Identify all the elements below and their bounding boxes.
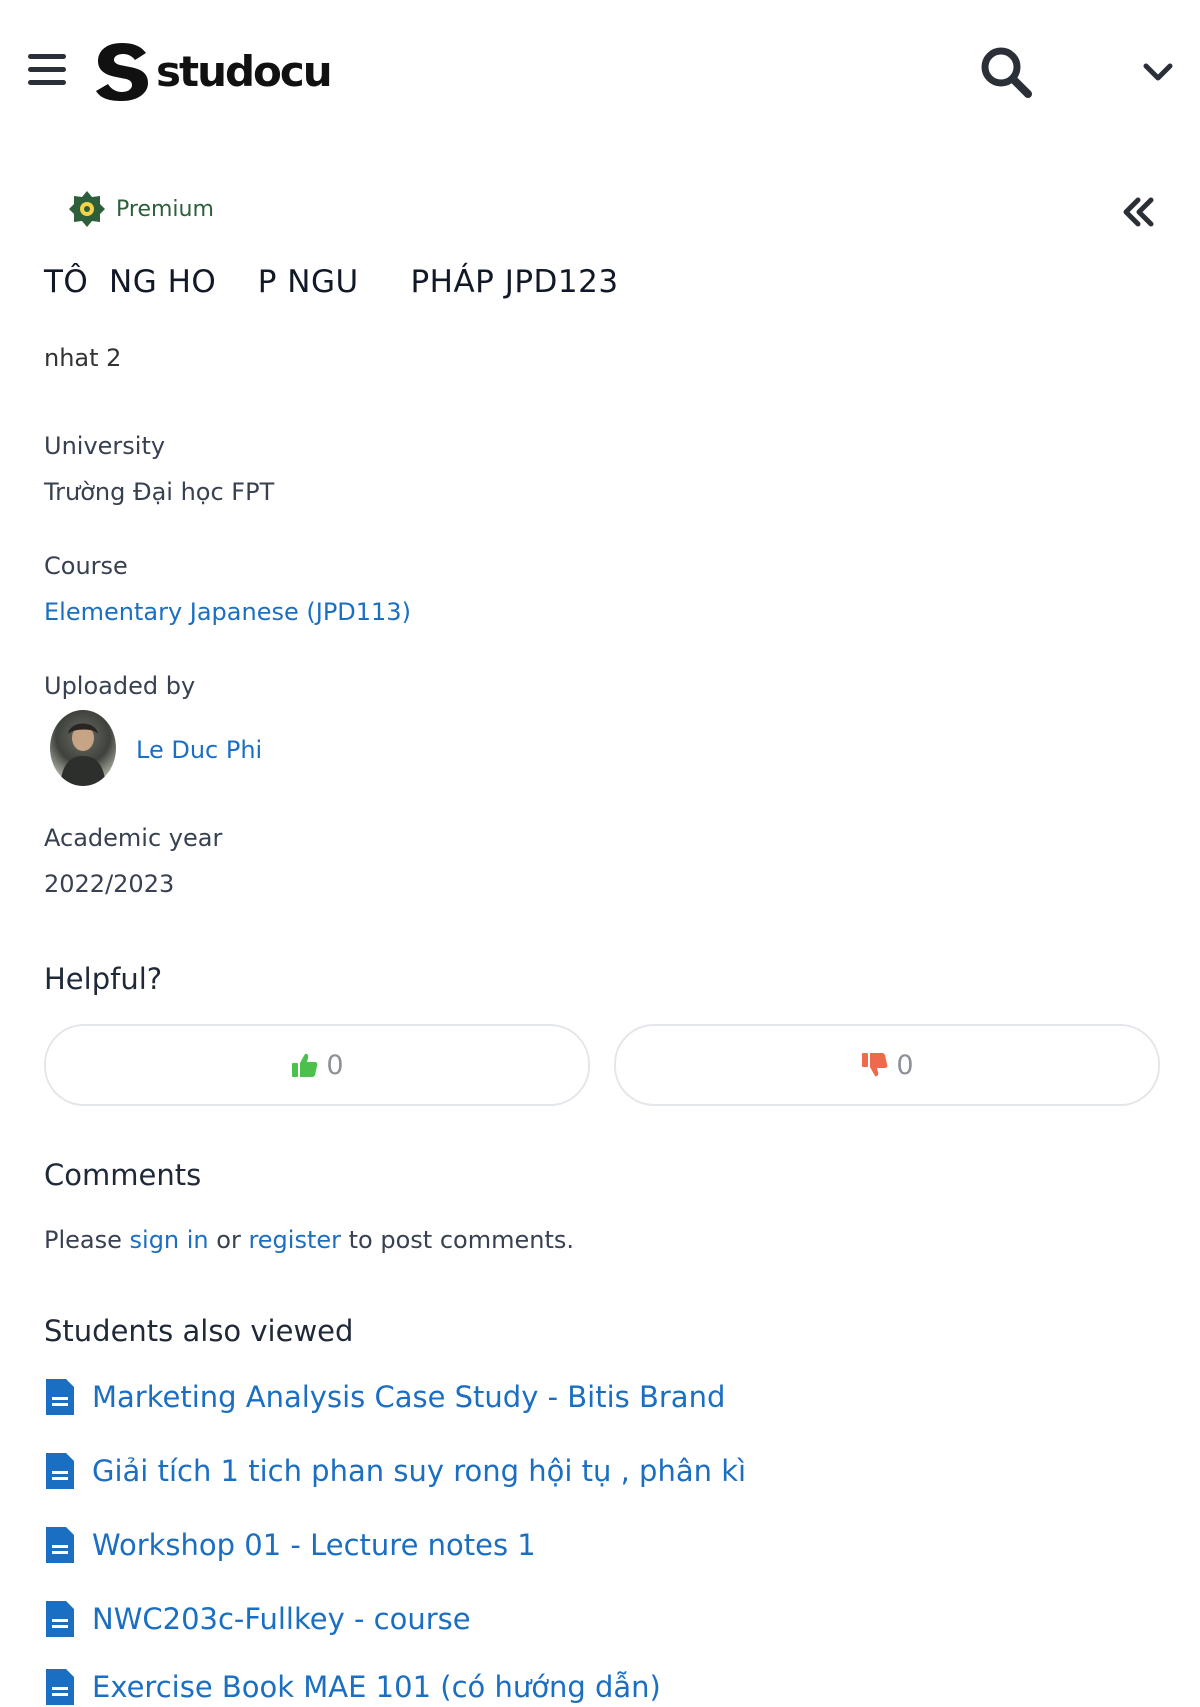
helpful-heading: Helpful?: [44, 962, 163, 996]
course-label: Course: [44, 552, 128, 580]
sign-in-link[interactable]: sign in: [130, 1226, 209, 1254]
document-title: TÔ NG HO P NGU PHÁP JPD123: [44, 264, 619, 300]
premium-icon: [69, 191, 105, 227]
thumbs-down-icon: [862, 1053, 888, 1077]
comments-heading: Comments: [44, 1158, 202, 1192]
search-icon[interactable]: [978, 44, 1034, 100]
list-item-title: Marketing Analysis Case Study - Bitis Br…: [92, 1380, 726, 1414]
academic-year-label: Academic year: [44, 824, 223, 852]
logo-text: studocu: [156, 46, 333, 96]
document-icon: [46, 1379, 74, 1415]
academic-year-value: 2022/2023: [44, 870, 175, 898]
document-icon: [46, 1669, 74, 1705]
comments-suffix: to post comments.: [341, 1226, 574, 1254]
dislike-button[interactable]: 0: [614, 1024, 1160, 1106]
list-item-title: Workshop 01 - Lecture notes 1: [92, 1528, 536, 1562]
uploaded-by-label: Uploaded by: [44, 672, 196, 700]
list-item[interactable]: Workshop 01 - Lecture notes 1: [44, 1525, 536, 1565]
list-item-title: NWC203c-Fullkey - course: [92, 1602, 471, 1636]
collapse-panel-icon[interactable]: [1118, 192, 1158, 232]
university-value: Trường Đại học FPT: [44, 478, 275, 506]
studocu-logo-mark: [96, 43, 148, 101]
list-item[interactable]: Marketing Analysis Case Study - Bitis Br…: [44, 1377, 725, 1417]
list-item-title: Exercise Book MAE 101 (có hướng dẫn): [92, 1670, 661, 1704]
like-button[interactable]: 0: [44, 1024, 590, 1106]
hamburger-menu-icon[interactable]: [28, 54, 66, 88]
like-count: 0: [326, 1049, 344, 1081]
list-item[interactable]: Exercise Book MAE 101 (có hướng dẫn): [44, 1667, 661, 1707]
comments-prompt: Please sign in or register to post comme…: [44, 1226, 574, 1254]
dislike-count: 0: [896, 1049, 914, 1081]
document-subtitle: nhat 2: [44, 344, 122, 372]
thumbs-up-icon: [292, 1053, 318, 1077]
studocu-logo[interactable]: studocu: [92, 38, 333, 104]
list-item[interactable]: NWC203c-Fullkey - course: [44, 1599, 471, 1639]
premium-badge: Premium: [68, 190, 214, 228]
uploader-link[interactable]: Le Duc Phi: [136, 736, 262, 764]
document-icon: [46, 1453, 74, 1489]
list-item-title: Giải tích 1 tich phan suy rong hội tụ , …: [92, 1454, 747, 1488]
document-icon: [46, 1601, 74, 1637]
chevron-down-icon[interactable]: [1142, 60, 1174, 86]
course-link[interactable]: Elementary Japanese (JPD113): [44, 598, 411, 626]
register-link[interactable]: register: [248, 1226, 341, 1254]
list-item[interactable]: Giải tích 1 tich phan suy rong hội tụ , …: [44, 1451, 746, 1491]
also-viewed-heading: Students also viewed: [44, 1314, 354, 1348]
comments-prefix: Please: [44, 1226, 130, 1254]
uploader-avatar[interactable]: [50, 710, 116, 786]
university-label: University: [44, 432, 166, 460]
top-header: studocu: [0, 0, 1200, 140]
document-icon: [46, 1527, 74, 1563]
comments-middle: or: [208, 1226, 249, 1254]
premium-label: Premium: [116, 196, 214, 222]
